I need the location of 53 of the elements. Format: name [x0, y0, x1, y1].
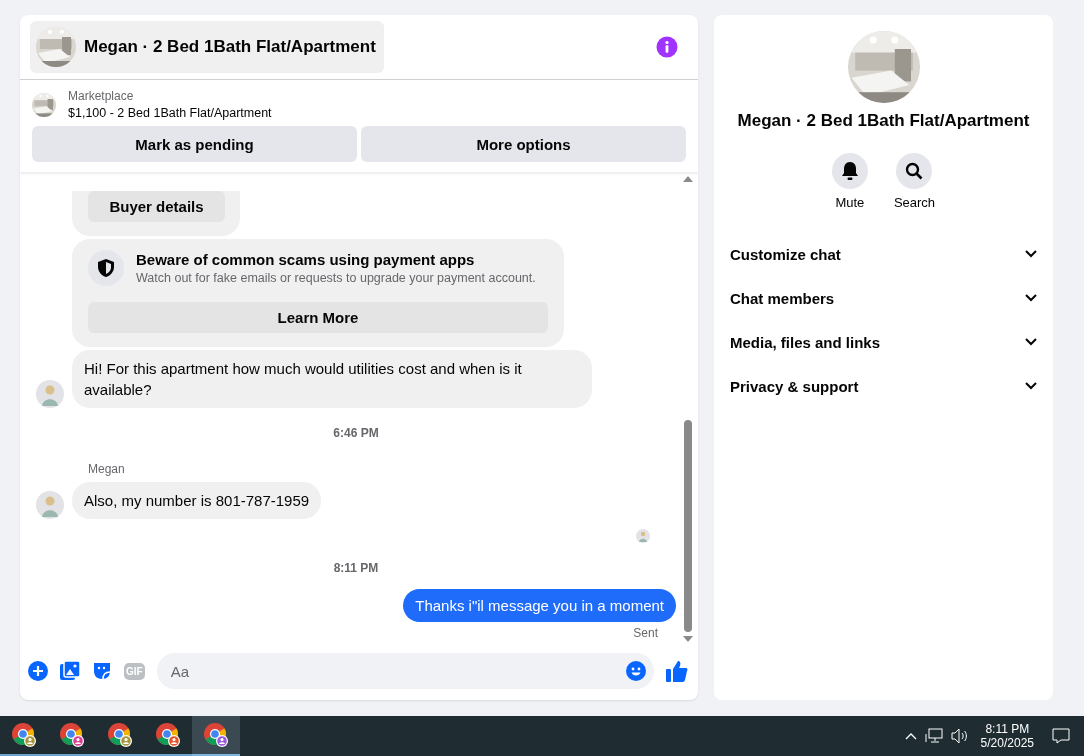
avatar	[36, 380, 64, 408]
timestamp: 6:46 PM	[333, 426, 379, 440]
listing-source: Marketplace	[68, 89, 135, 103]
section-header[interactable]: Chat members	[730, 276, 1037, 320]
section-header[interactable]: Privacy & support	[730, 364, 1037, 408]
incoming-message: Hi! For this apartment how much would utilities cost and when is it available?	[72, 350, 592, 408]
warning-text: Watch out for fake emails or requests to upgrade your payment account.	[136, 271, 536, 285]
scroll-up-icon[interactable]	[683, 176, 693, 182]
listing-action-button[interactable]: More options	[361, 126, 686, 162]
message-input[interactable]: Aa	[168, 661, 626, 681]
chevron-down-icon	[1025, 382, 1037, 390]
browser-icon[interactable]	[203, 722, 229, 748]
chat-title-button[interactable]: Megan · 2 Bed 1Bath Flat/Apartment	[30, 21, 384, 73]
browser-icon[interactable]	[107, 722, 133, 748]
image-icon[interactable]	[60, 661, 80, 681]
section-header[interactable]: Media, files and links	[730, 320, 1037, 364]
conversation-name: Megan · 2 Bed 1Bath Flat/Apartment	[737, 111, 1030, 131]
browser-icon[interactable]	[59, 722, 85, 748]
listing-action-button[interactable]: Mark as pending	[32, 126, 357, 162]
buyer-details-button[interactable]: Buyer details	[88, 191, 225, 222]
browser-icon[interactable]	[155, 722, 181, 748]
chat-title: Megan · 2 Bed 1Bath Flat/Apartment	[84, 37, 376, 57]
thumbs-up-icon[interactable]	[666, 660, 688, 682]
learn-more-button[interactable]: Learn More	[88, 302, 548, 333]
info-icon[interactable]	[656, 36, 678, 58]
outgoing-message: Thanks i"il message you in a moment	[403, 589, 676, 622]
clock[interactable]: 8:11 PM 5/20/2025	[980, 722, 1034, 750]
chevron-down-icon	[1025, 250, 1037, 258]
plus-icon[interactable]	[28, 661, 48, 681]
sender-name: Megan	[88, 462, 126, 476]
search-icon	[905, 162, 924, 180]
taskbar-app[interactable]	[192, 716, 240, 756]
timestamp: 8:11 PM	[333, 561, 379, 575]
emoji-icon[interactable]	[626, 661, 646, 681]
bell-icon	[840, 161, 859, 181]
section-header[interactable]: Customize chat	[730, 232, 1037, 276]
caret-up-icon[interactable]	[904, 732, 917, 740]
avatar	[636, 529, 650, 543]
message-status: Sent	[633, 626, 658, 640]
browser-icon[interactable]	[11, 722, 37, 748]
speaker-icon[interactable]	[950, 728, 969, 744]
network-icon[interactable]	[924, 728, 943, 744]
avatar	[36, 491, 64, 519]
listing-title: $1,100 - 2 Bed 1Bath Flat/Apartment	[68, 106, 272, 120]
message-field[interactable]: Aa	[156, 653, 654, 689]
chevron-down-icon	[1025, 338, 1037, 346]
sticker-icon[interactable]	[92, 661, 112, 681]
shield-icon	[88, 250, 124, 286]
notification-icon[interactable]	[1052, 728, 1070, 744]
scroll-down-icon[interactable]	[683, 636, 693, 642]
incoming-message: Also, my number is 801-787-1959	[72, 482, 322, 519]
warning-title: Beware of common scams using payment apps	[136, 251, 476, 268]
chevron-down-icon	[1025, 294, 1037, 302]
